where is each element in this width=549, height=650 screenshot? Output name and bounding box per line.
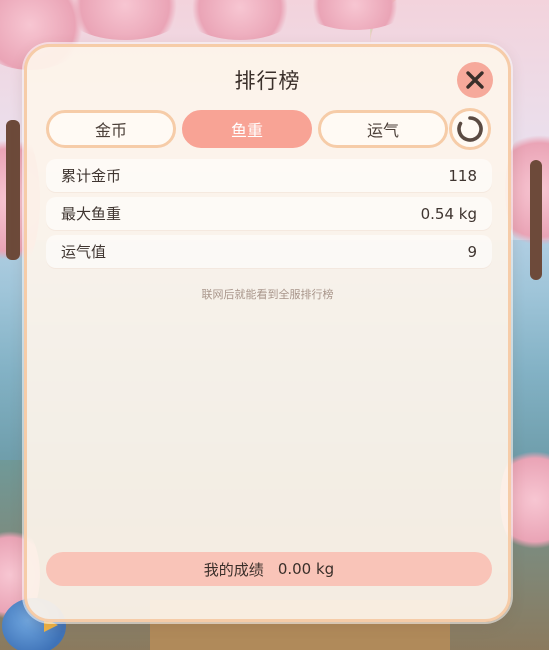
cherry-blossom [505,120,549,260]
online-hint: 联网后就能看到全服排行榜 [201,288,334,301]
tree-trunk [6,120,20,260]
stat-label: 最大鱼重 [61,205,122,223]
close-button[interactable] [457,62,493,98]
tab-fish-weight[interactable]: 鱼重 [182,110,312,148]
refresh-button[interactable] [449,108,491,150]
stat-row-luck: 运气值 9 [46,235,492,269]
tab-gold[interactable]: 金币 [46,110,176,148]
tab-luck[interactable]: 运气 [318,110,448,148]
stat-row-max-fish-weight: 最大鱼重 0.54 kg [46,197,492,231]
cherry-blossom [180,0,300,40]
leaderboard-panel: 排行榜 金币 鱼重 运气 累计金币 118 最大鱼重 0.54 kg 运气值 9… [24,44,511,622]
my-score-bar: 我的成绩 0.00 kg [46,552,492,586]
stat-value: 118 [448,167,477,185]
my-score-value: 0.00 kg [277,560,335,578]
stat-value: 0.54 kg [420,205,477,223]
stat-label: 运气值 [61,243,107,261]
stat-label: 累计金币 [61,167,122,185]
stat-value: 9 [467,243,477,261]
stat-row-total-gold: 累计金币 118 [46,159,492,193]
tree-trunk [530,160,542,280]
my-score-label: 我的成绩 [203,560,264,579]
panel-title: 排行榜 [234,69,301,93]
refresh-icon [457,116,483,142]
close-icon [466,71,484,89]
